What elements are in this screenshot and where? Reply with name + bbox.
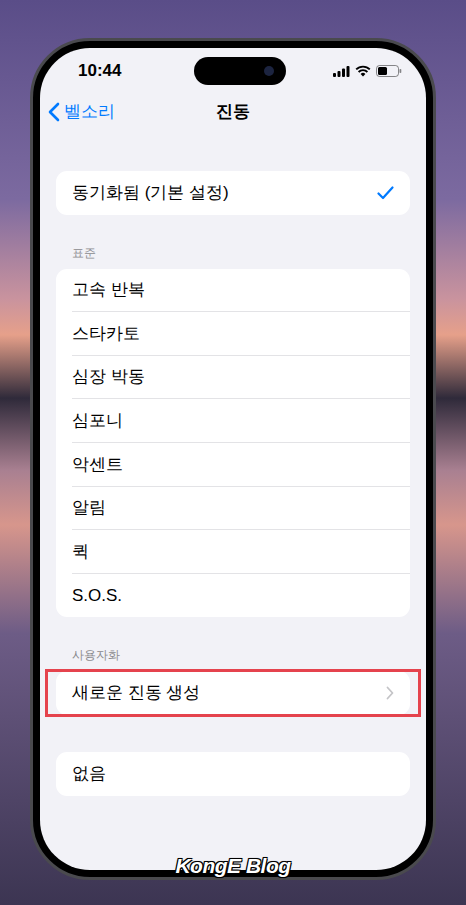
section-header: [40, 134, 426, 171]
status-icons: [332, 65, 402, 77]
settings-row[interactable]: 새로운 진동 생성: [56, 671, 410, 715]
row-label[interactable]: 악센트: [72, 452, 123, 478]
phone-screen: 10:44 벨소리 진동 동기화됨 (기본 설정)표준고속 반복스타카토심장: [40, 48, 426, 870]
settings-group: 새로운 진동 생성: [56, 671, 410, 715]
settings-row-content: 악센트: [72, 443, 410, 487]
nav-title: 진동: [216, 99, 250, 125]
settings-row-content: S.O.S.: [72, 574, 410, 618]
section-header-label: 표준: [72, 244, 96, 262]
settings-row[interactable]: 심포니: [56, 399, 410, 443]
row-label[interactable]: 스타카토: [72, 321, 140, 347]
row-label[interactable]: 없음: [72, 761, 106, 787]
back-label[interactable]: 벨소리: [64, 99, 115, 125]
settings-row[interactable]: 알림: [56, 487, 410, 531]
settings-row[interactable]: 심장 박동: [56, 356, 410, 400]
settings-row[interactable]: 고속 반복: [56, 269, 410, 313]
camera-icon: [264, 66, 274, 76]
settings-row[interactable]: 퀵: [56, 530, 410, 574]
back-chevron-icon: [48, 102, 60, 122]
row-label[interactable]: 심장 박동: [72, 364, 145, 390]
status-bar: 10:44: [40, 48, 426, 90]
settings-group: 없음: [56, 752, 410, 796]
page: 10:44 벨소리 진동 동기화됨 (기본 설정)표준고속 반복스타카토심장: [0, 0, 466, 880]
section-header: 표준: [40, 215, 426, 269]
settings-row-content: 심장 박동: [72, 356, 410, 400]
row-label[interactable]: 새로운 진동 생성: [72, 680, 200, 706]
signal-icon: [333, 66, 350, 77]
dynamic-island: [194, 57, 286, 85]
settings-group: 고속 반복스타카토심장 박동심포니악센트알림퀵 S.O.S.: [56, 269, 410, 618]
nav-bar: 벨소리 진동: [40, 90, 426, 134]
phone-frame: 10:44 벨소리 진동 동기화됨 (기본 설정)표준고속 반복스타카토심장: [30, 38, 436, 880]
settings-row[interactable]: 스타카토: [56, 312, 410, 356]
section-header: [40, 715, 426, 752]
settings-row-content: 알림: [72, 487, 410, 531]
section-header-label: 사용자화: [72, 646, 120, 664]
highlight-box: [45, 669, 421, 717]
settings-list: 동기화됨 (기본 설정) 표준고속 반복스타카토심장 박동심포니악센트알림퀵 S.O…: [40, 134, 426, 796]
settings-row-content: 동기화됨 (기본 설정): [72, 171, 410, 215]
wifi-icon: [355, 65, 371, 77]
settings-row-content: 스타카토: [72, 312, 410, 356]
status-time: 10:44: [78, 58, 148, 84]
back-button[interactable]: 벨소리: [48, 90, 115, 134]
row-label[interactable]: 알림: [72, 495, 106, 521]
checkmark-icon: [377, 186, 394, 200]
settings-row[interactable]: 악센트: [56, 443, 410, 487]
chevron-icon: [386, 686, 394, 700]
settings-group: 동기화됨 (기본 설정): [56, 171, 410, 215]
settings-row-content: 퀵: [72, 530, 410, 574]
watermark-layer: KongE Blog: [0, 850, 466, 882]
section-header: 사용자화: [40, 617, 426, 671]
settings-row-content: 없음: [72, 752, 410, 796]
row-label[interactable]: 심포니: [72, 408, 123, 434]
settings-row-content: 심포니: [72, 399, 410, 443]
watermark: KongE Blog: [175, 850, 290, 882]
settings-row[interactable]: S.O.S.: [56, 574, 410, 618]
battery-icon: [376, 65, 402, 77]
settings-row-content: 고속 반복: [72, 269, 410, 313]
row-label[interactable]: S.O.S.: [72, 583, 122, 609]
row-label[interactable]: 동기화됨 (기본 설정): [72, 180, 229, 206]
settings-row-content: 새로운 진동 생성: [72, 671, 410, 715]
settings-row[interactable]: 없음: [56, 752, 410, 796]
row-label[interactable]: 고속 반복: [72, 277, 145, 303]
settings-row[interactable]: 동기화됨 (기본 설정): [56, 171, 410, 215]
row-label[interactable]: 퀵: [72, 539, 89, 565]
